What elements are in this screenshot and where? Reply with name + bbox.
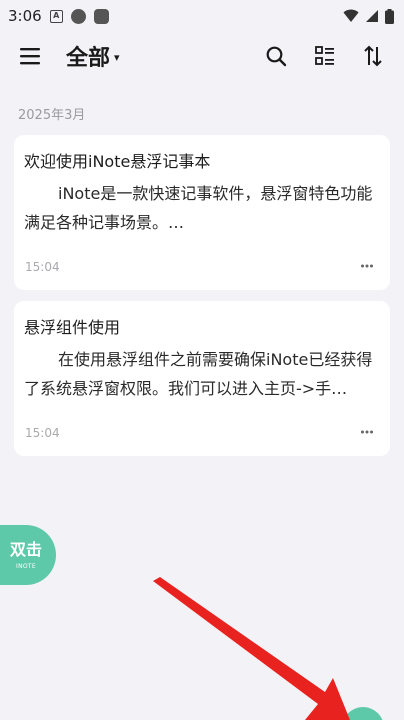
note-title: 悬浮组件使用: [24, 318, 121, 337]
signal-icon: [366, 10, 378, 22]
bubble-sub-label: INOTE: [16, 562, 36, 570]
bubble-label: 双击: [9, 539, 42, 559]
more-dots-icon[interactable]: [360, 425, 374, 439]
add-note-fab[interactable]: [342, 707, 384, 720]
page-title: 全部: [66, 46, 111, 71]
battery-icon: [385, 8, 394, 24]
notification-dot-icon: [70, 8, 86, 24]
note-preview: iNote是一款快速记事软件，悬浮窗特色功能满足各种记事场景。…: [24, 184, 373, 232]
more-dots-icon[interactable]: [360, 259, 374, 273]
app-notification-icon: A: [49, 9, 63, 23]
hamburger-icon[interactable]: [19, 45, 41, 67]
sort-icon[interactable]: [362, 45, 384, 67]
floating-bubble[interactable]: 双击 INOTE: [0, 525, 56, 585]
note-time: 15:04: [25, 260, 60, 274]
status-bar: 3:06 A: [0, 0, 404, 32]
note-time: 15:04: [25, 426, 60, 440]
search-icon[interactable]: [265, 45, 287, 67]
notification-square-icon: [93, 8, 109, 24]
app-toolbar: 全部 ▾: [0, 36, 404, 76]
list-layout-icon[interactable]: [314, 45, 336, 67]
date-group-header: 2025年3月: [18, 108, 86, 123]
note-preview: 在使用悬浮组件之前需要确保iNote已经获得了系统悬浮窗权限。我们可以进入主页-…: [24, 350, 373, 398]
folder-selector[interactable]: 全部 ▾: [66, 40, 120, 72]
note-card[interactable]: 悬浮组件使用 在使用悬浮组件之前需要确保iNote已经获得了系统悬浮窗权限。我们…: [14, 301, 390, 456]
wifi-icon: [343, 9, 359, 22]
chevron-down-icon: ▾: [114, 50, 120, 64]
note-card[interactable]: 欢迎使用iNote悬浮记事本 iNote是一款快速记事软件，悬浮窗特色功能满足各…: [14, 135, 390, 290]
status-time: 3:06: [8, 7, 42, 25]
note-title: 欢迎使用iNote悬浮记事本: [24, 152, 211, 171]
